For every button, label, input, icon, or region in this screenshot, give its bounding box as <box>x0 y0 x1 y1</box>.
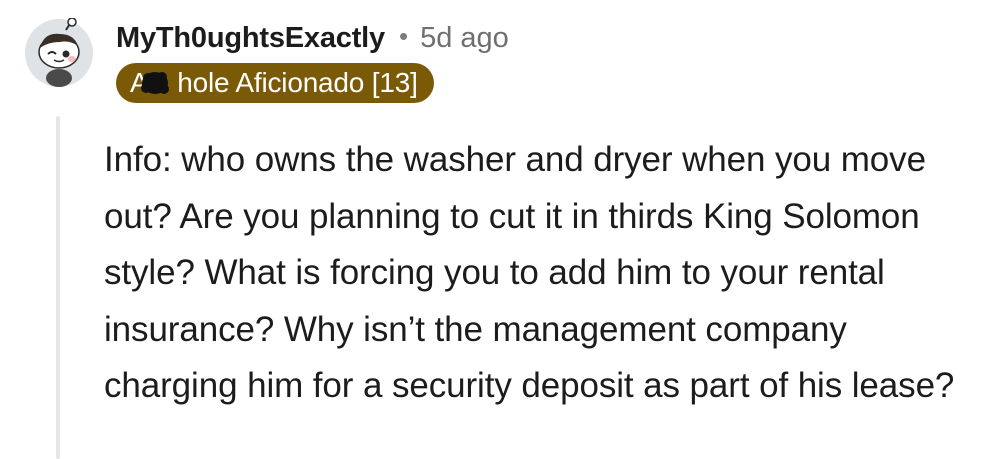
username-link[interactable]: MyTh0ughtsExactly <box>116 22 385 55</box>
snoo-avatar-icon <box>25 17 93 87</box>
thread-line[interactable] <box>56 116 60 459</box>
comment-header: MyTh0ughtsExactly • 5d ago <box>116 16 509 60</box>
redaction-scribble-icon <box>141 72 169 94</box>
user-flair: A hole Aficionado [13] <box>116 63 434 103</box>
separator-dot: • <box>398 21 409 51</box>
avatar[interactable] <box>24 17 94 88</box>
comment-body: Info: who owns the washer and dryer when… <box>104 140 955 405</box>
comment: MyTh0ughtsExactly • 5d ago A hole Aficio… <box>0 0 989 459</box>
timestamp[interactable]: 5d ago <box>420 22 509 55</box>
flair-text: A hole Aficionado [13] <box>130 67 418 98</box>
